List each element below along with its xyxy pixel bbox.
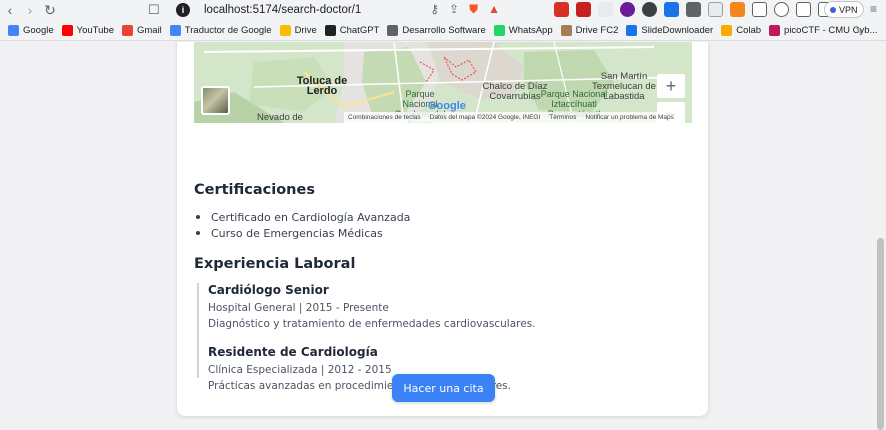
bookmark-label: WhatsApp (508, 24, 553, 36)
extension-icon[interactable] (598, 2, 613, 17)
extension-icon[interactable] (686, 2, 701, 17)
bookmark-icon[interactable]: ☐ (148, 2, 160, 18)
back-button[interactable]: ‹ (0, 0, 20, 20)
scrollbar-thumb[interactable] (877, 238, 884, 430)
bookmark-drive-fc2[interactable]: Drive FC2 (560, 24, 619, 36)
list-item: Certificado en Cardiología Avanzada (194, 209, 410, 225)
share-icon[interactable]: ⇪ (449, 2, 459, 17)
bookmark-slidedownloader[interactable]: SlideDownloader (626, 24, 714, 36)
extension-icon[interactable] (664, 2, 679, 17)
bookmark-favicon-icon (279, 24, 291, 36)
bookmark-desarrollo-software[interactable]: Desarrollo Software (387, 24, 486, 36)
keyboard-shortcuts-link[interactable]: Combinaciones de teclas (348, 114, 421, 121)
rewards-icon[interactable]: ▲ (488, 2, 500, 17)
bookmark-google[interactable]: Google (8, 24, 54, 36)
vpn-button[interactable]: VPN (824, 1, 864, 18)
bookmark-whatsapp[interactable]: WhatsApp (493, 24, 553, 36)
bookmark-label: Colab (736, 24, 762, 36)
extension-icon[interactable] (708, 2, 723, 17)
shield-icon[interactable]: ⛊ (469, 2, 478, 17)
job-meta: Hospital General | 2015 - Presente (208, 302, 389, 314)
list-item: Curso de Emergencias Médicas (194, 225, 410, 241)
experience-list: Cardiólogo Senior Hospital General | 201… (197, 283, 677, 392)
terms-link[interactable]: Términos (549, 114, 576, 121)
bullet-icon (196, 215, 200, 219)
page-viewport: Toluca de Lerdo Nevado de Toluca Parque … (0, 42, 875, 430)
map-layer-toggle[interactable] (201, 86, 230, 115)
bookmark-youtube[interactable]: YouTube (61, 24, 114, 36)
doctor-profile-card: Toluca de Lerdo Nevado de Toluca Parque … (177, 42, 708, 416)
extensions-bar (554, 2, 855, 17)
certifications-heading: Certificaciones (194, 182, 315, 198)
job-title: Cardiólogo Senior (208, 283, 329, 297)
bookmark-label: Google (23, 24, 54, 36)
bookmark-favicon-icon (324, 24, 336, 36)
bookmark-label: Gmail (136, 24, 162, 36)
map-label-nevado: Nevado de Toluca (257, 112, 303, 124)
forward-button[interactable]: › (20, 0, 40, 20)
bookmark-favicon-icon (626, 24, 638, 36)
bullet-icon (196, 231, 200, 235)
location-map[interactable]: Toluca de Lerdo Nevado de Toluca Parque … (194, 42, 692, 123)
experience-heading: Experiencia Laboral (194, 256, 356, 272)
bookmark-label: Traductor de Google (184, 24, 272, 36)
bookmark-favicon-icon (721, 24, 733, 36)
bookmark-gmail[interactable]: Gmail (121, 24, 162, 36)
book-appointment-button[interactable]: Hacer una cita (392, 374, 495, 402)
bookmark-label: Drive FC2 (575, 24, 619, 36)
bookmark-label: YouTube (76, 24, 114, 36)
password-key-icon[interactable]: ⚷ (430, 2, 439, 17)
reload-button[interactable]: ↻ (40, 0, 60, 20)
bookmark-label: picoCTF - CMU Cyb... (784, 24, 878, 36)
site-info-icon[interactable]: i (176, 3, 190, 17)
map-label-toluca: Toluca de Lerdo (296, 75, 348, 97)
map-attribution: Combinaciones de teclas Datos del mapa ©… (344, 112, 678, 123)
job-description: Diagnóstico y tratamiento de enfermedade… (208, 318, 536, 330)
bookmark-traductor-de-google[interactable]: Traductor de Google (169, 24, 272, 36)
bookmark-label: Desarrollo Software (402, 24, 486, 36)
vpn-label: VPN (839, 4, 858, 15)
bookmark-favicon-icon (121, 24, 133, 36)
metamask-icon[interactable] (730, 2, 745, 17)
certifications-list: Certificado en Cardiología Avanzada Curs… (194, 209, 410, 241)
url-text[interactable]: localhost:5174/search-doctor/1 (204, 4, 361, 16)
page-scrollbar[interactable] (875, 42, 886, 430)
google-logo: Google (428, 100, 466, 112)
bookmark-favicon-icon (169, 24, 181, 36)
report-problem-link[interactable]: Notificar un problema de Maps (585, 114, 674, 121)
bookmarks-more-icon[interactable]: » (856, 23, 863, 37)
extension-icon[interactable] (774, 2, 789, 17)
bookmarks-bar: Google YouTube Gmail Traductor de Google Dri… (0, 20, 886, 41)
menu-icon[interactable]: ≡ (870, 2, 877, 16)
job-title: Residente de Cardiología (208, 345, 378, 359)
bookmark-favicon-icon (769, 24, 781, 36)
map-label-san-martin: San Martín Texmelucan de Labastida (592, 71, 656, 102)
bookmark-drive[interactable]: Drive (279, 24, 317, 36)
address-bar[interactable]: i localhost:5174/search-doctor/1 ⚷ ⇪ ⛊ ▲ (170, 0, 500, 20)
bookmark-label: Drive (294, 24, 317, 36)
bookmark-label: SlideDownloader (641, 24, 714, 36)
zoom-in-button[interactable]: + (657, 74, 685, 98)
bookmark-favicon-icon (560, 24, 572, 36)
certification-text: Certificado en Cardiología Avanzada (211, 210, 411, 224)
sidebar-icon[interactable] (796, 2, 811, 17)
vpn-status-icon (830, 6, 836, 13)
bookmark-favicon-icon (493, 24, 505, 36)
extension-icon[interactable] (554, 2, 569, 17)
bookmark-favicon-icon (8, 24, 19, 36)
extension-icon[interactable] (576, 2, 591, 17)
bookmark-chatgpt[interactable]: ChatGPT (324, 24, 380, 36)
bookmark-favicon-icon (387, 24, 399, 36)
bookmark-favicon-icon (61, 24, 73, 36)
puzzle-icon[interactable] (752, 2, 767, 17)
extension-icon[interactable] (620, 2, 635, 17)
extension-icon[interactable] (642, 2, 657, 17)
browser-toolbar: ‹ › ↻ ☐ i localhost:5174/search-doctor/1… (0, 0, 886, 20)
bookmark-label: ChatGPT (339, 24, 380, 36)
certification-text: Curso de Emergencias Médicas (211, 226, 383, 240)
job-entry: Cardiólogo Senior Hospital General | 201… (208, 283, 677, 332)
bookmark-colab[interactable]: Colab (721, 24, 762, 36)
map-data-text: Datos del mapa ©2024 Google, INEGI (429, 114, 541, 121)
